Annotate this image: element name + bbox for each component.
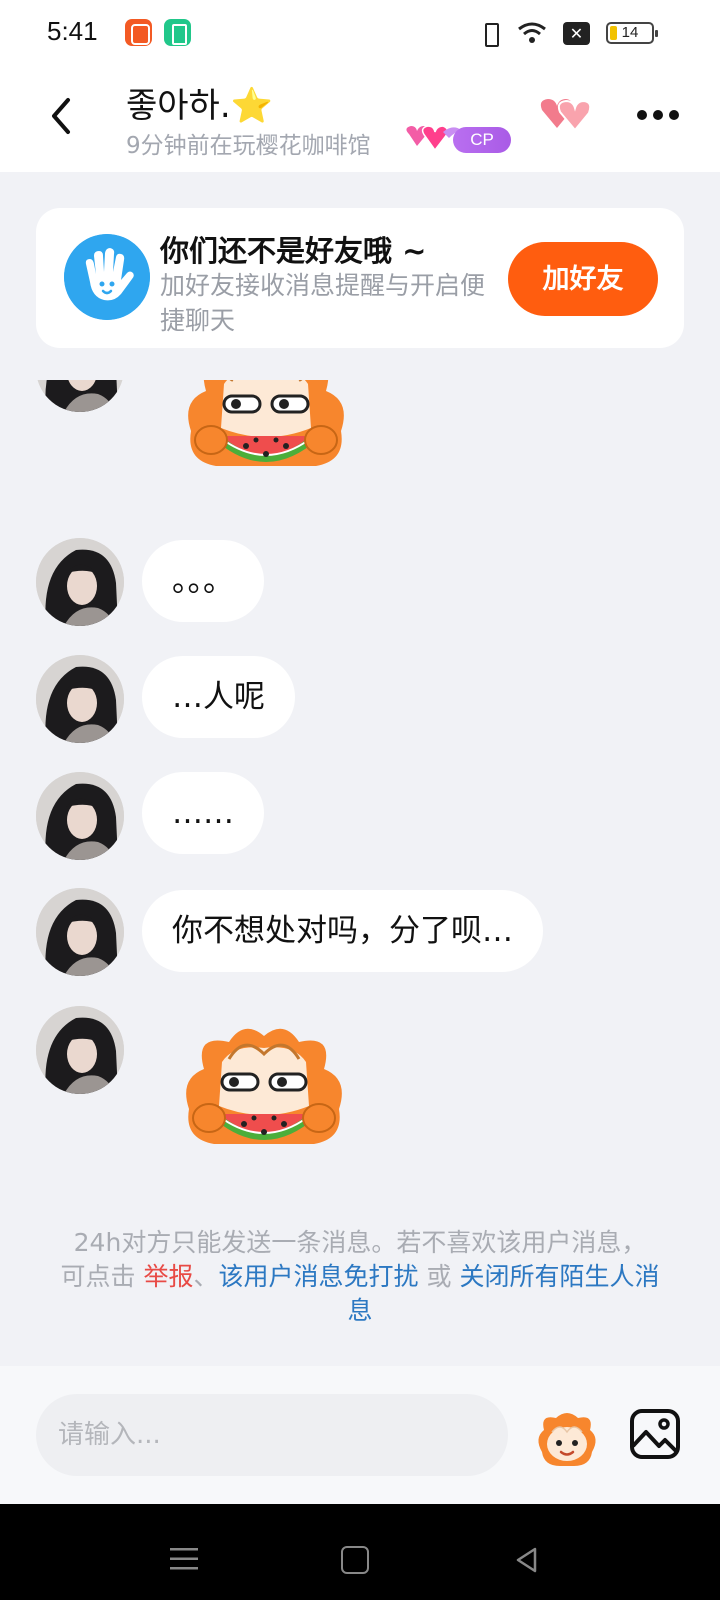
battery-app-icon [164,19,191,46]
notice-line: 24h对方只能发送一条消息。若不喜欢该用户消息， [73,1228,647,1257]
notice-separator: 、 [193,1262,219,1291]
contact-status: 9分钟前在玩樱花咖啡馆 [126,133,371,159]
notice-actions: 可点击 举报、该用户消息免打扰 或 关闭所有陌生人消息 [50,1260,670,1328]
contact-name-text: 좋아하. [126,86,231,126]
avatar[interactable] [36,655,124,743]
battery-icon: 14 [606,22,658,44]
chat-screen: 5:41 ✕ 14 좋아하.⭐ 9分钟前在玩樱花咖啡馆 CP 你们还不是好友哦 … [0,0,720,1600]
avatar[interactable] [36,538,124,626]
banner-title: 你们还不是好友哦 ~ [160,234,427,268]
message-input[interactable] [36,1394,508,1476]
add-friend-banner: 你们还不是好友哦 ~ 加好友接收消息提醒与开启便捷聊天 加好友 [36,208,684,348]
input-bar [0,1366,720,1504]
mascot-emoji-icon[interactable] [534,1408,600,1468]
system-nav-bar [0,1504,720,1600]
wave-hand-icon [64,234,150,320]
message-bubble[interactable]: …… [142,772,264,854]
avatar[interactable] [36,772,124,860]
status-icons: ✕ 14 [479,20,658,47]
home-icon[interactable] [341,1546,369,1574]
message-bubble[interactable]: 你不想处对吗，分了呗… [142,890,543,972]
message-item [36,380,696,530]
avatar[interactable] [36,1006,124,1094]
status-time: 5:41 [47,16,98,46]
contact-name[interactable]: 좋아하.⭐ [126,78,273,127]
star-icon: ⭐ [230,86,273,126]
status-bar: 5:41 ✕ 14 [0,0,720,66]
vibrate-icon [479,21,501,47]
mute-user-link[interactable]: 该用户消息免打扰 [219,1262,419,1291]
report-link[interactable]: 举报 [143,1262,193,1291]
wifi-icon [518,22,546,43]
watermelon-mascot-sticker[interactable] [176,380,356,496]
battery-level: 14 [621,24,639,41]
back-chevron-icon[interactable] [46,96,76,136]
hearts-icon[interactable] [538,96,594,136]
recent-apps-icon[interactable] [170,1546,198,1572]
banner-description: 加好友接收消息提醒与开启便捷聊天 [160,271,486,335]
stranger-message-notice: 24h对方只能发送一条消息。若不喜欢该用户消息， 可点击 举报、该用户消息免打扰… [50,1226,670,1328]
message-bubble[interactable]: …人呢 [142,656,295,738]
app-notification-icon [125,19,152,46]
notice-or: 或 [418,1262,460,1291]
more-dots-icon[interactable] [636,108,680,122]
avatar[interactable] [36,888,124,976]
watermelon-mascot-sticker[interactable] [174,1014,354,1174]
sim-off-icon: ✕ [563,21,590,45]
chat-header: 좋아하.⭐ 9分钟前在玩樱花咖啡馆 CP [0,66,720,172]
image-icon[interactable] [629,1408,681,1460]
notice-prefix: 可点击 [60,1262,144,1291]
message-bubble[interactable]: 。。。 [142,540,264,622]
add-friend-button[interactable]: 加好友 [508,242,658,316]
avatar[interactable] [36,380,124,412]
cp-tag: CP [453,127,511,153]
cp-badge[interactable]: CP [403,122,511,156]
back-triangle-icon[interactable] [513,1546,541,1574]
